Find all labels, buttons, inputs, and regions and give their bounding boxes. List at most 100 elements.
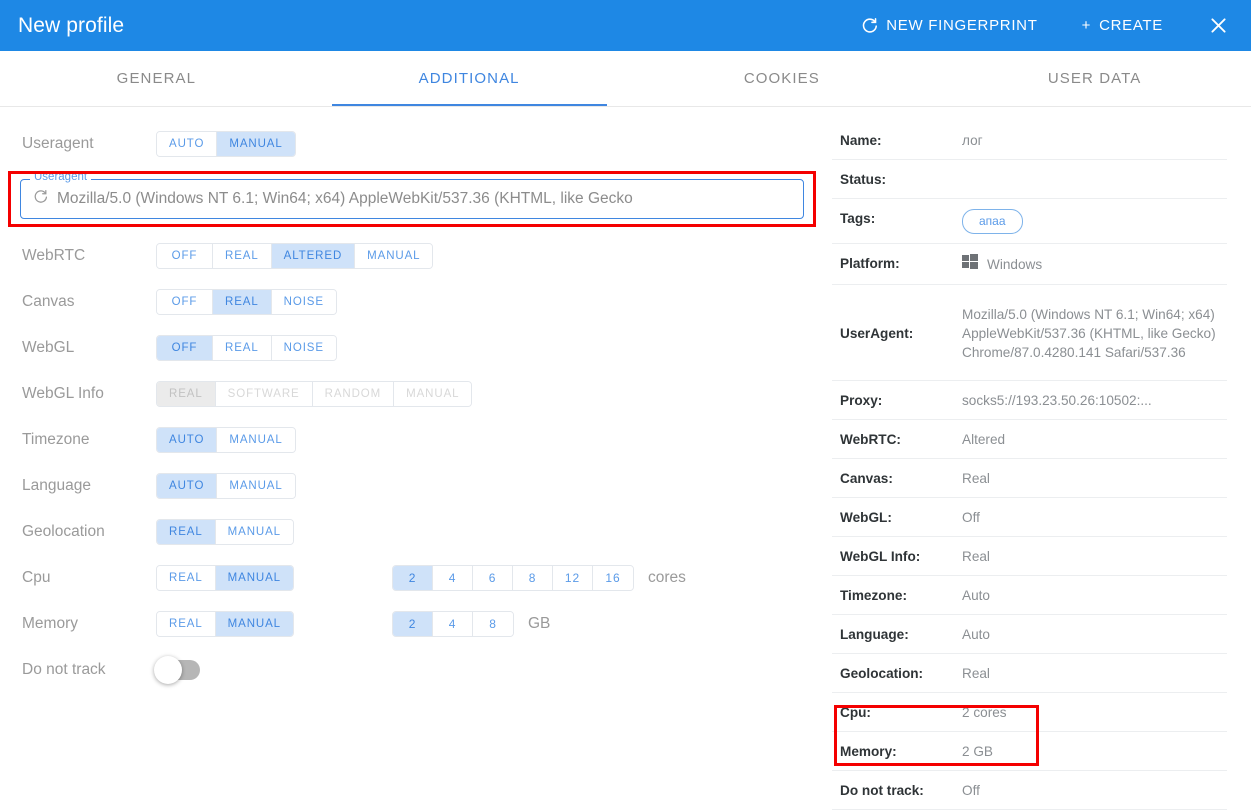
summary-key-tags: Tags: bbox=[840, 211, 876, 226]
create-button[interactable]: + CREATE bbox=[1074, 11, 1171, 40]
tab-user-data[interactable]: USER DATA bbox=[938, 51, 1251, 106]
summary-value-cpu: 2 cores bbox=[962, 705, 1007, 720]
summary-key-proxy: Proxy: bbox=[840, 393, 883, 408]
useragent-option-manual[interactable]: MANUAL bbox=[217, 132, 295, 156]
cpu-cores-option-16[interactable]: 16 bbox=[592, 566, 633, 590]
setting-row-webrtc: WebRTC OFF REAL ALTERED MANUAL bbox=[0, 233, 822, 279]
cpu-cores-option-6[interactable]: 6 bbox=[472, 566, 513, 590]
setting-row-language: Language AUTO MANUAL bbox=[0, 463, 822, 509]
summary-key-webgl: WebGL: bbox=[840, 510, 892, 525]
summary-row-canvas: Canvas: Real bbox=[832, 459, 1227, 498]
summary-key-geolocation: Geolocation: bbox=[840, 666, 924, 681]
memory-option-manual[interactable]: MANUAL bbox=[215, 612, 293, 636]
webrtc-option-manual[interactable]: MANUAL bbox=[355, 244, 433, 268]
memory-size-option-2[interactable]: 2 bbox=[392, 612, 433, 636]
memory-option-real[interactable]: REAL bbox=[157, 612, 216, 636]
language-option-auto[interactable]: AUTO bbox=[157, 474, 218, 498]
summary-row-timezone: Timezone: Auto bbox=[832, 576, 1227, 615]
webrtc-option-real[interactable]: REAL bbox=[213, 244, 272, 268]
useragent-input-value: Mozilla/5.0 (Windows NT 6.1; Win64; x64)… bbox=[57, 190, 633, 207]
summary-panel: Name: лог Status: Tags: апаа Platform: W… bbox=[822, 107, 1251, 811]
cpu-option-real[interactable]: REAL bbox=[157, 566, 216, 590]
geolocation-label: Geolocation bbox=[22, 523, 105, 540]
cpu-option-manual[interactable]: MANUAL bbox=[215, 566, 293, 590]
language-label: Language bbox=[22, 477, 91, 494]
summary-value-do-not-track: Off bbox=[962, 783, 980, 798]
new-fingerprint-button[interactable]: NEW FINGERPRINT bbox=[853, 11, 1045, 40]
language-option-manual[interactable]: MANUAL bbox=[217, 474, 295, 498]
webgl-option-off[interactable]: OFF bbox=[157, 336, 213, 360]
close-button[interactable] bbox=[1201, 9, 1235, 43]
summary-value-memory: 2 GB bbox=[962, 744, 993, 759]
windows-icon bbox=[962, 254, 978, 275]
summary-key-webgl-info: WebGL Info: bbox=[840, 549, 921, 564]
useragent-input[interactable]: Mozilla/5.0 (Windows NT 6.1; Win64; x64)… bbox=[20, 179, 804, 219]
tag-chip[interactable]: апаа bbox=[962, 209, 1023, 234]
settings-panel: Useragent AUTO MANUAL Useragent Mozilla/… bbox=[0, 107, 822, 811]
memory-size-option-8[interactable]: 8 bbox=[472, 612, 513, 636]
canvas-option-noise[interactable]: NOISE bbox=[271, 290, 336, 314]
useragent-field-legend: Useragent bbox=[30, 171, 92, 183]
summary-row-proxy: Proxy: socks5://193.23.50.26:10502:... bbox=[832, 381, 1227, 420]
close-icon bbox=[1210, 18, 1226, 33]
cpu-cores-option-2[interactable]: 2 bbox=[392, 566, 433, 590]
geolocation-option-manual[interactable]: MANUAL bbox=[215, 520, 293, 544]
memory-size-option-4[interactable]: 4 bbox=[432, 612, 473, 636]
useragent-refresh-icon[interactable] bbox=[33, 189, 48, 209]
summary-value-webrtc: Altered bbox=[962, 432, 1006, 447]
summary-value-geolocation: Real bbox=[962, 666, 990, 681]
summary-key-do-not-track: Do not track: bbox=[840, 783, 924, 798]
webgl-info-option-real: REAL bbox=[157, 382, 216, 406]
webgl-option-noise[interactable]: NOISE bbox=[271, 336, 336, 360]
timezone-segmented: AUTO MANUAL bbox=[156, 427, 296, 453]
tab-additional[interactable]: ADDITIONAL bbox=[313, 51, 626, 106]
summary-value-platform: Windows bbox=[962, 254, 1227, 275]
new-fingerprint-label: NEW FINGERPRINT bbox=[886, 17, 1038, 34]
summary-value-timezone: Auto bbox=[962, 588, 990, 603]
tab-cookies[interactable]: COOKIES bbox=[626, 51, 939, 106]
timezone-option-manual[interactable]: MANUAL bbox=[217, 428, 295, 452]
toggle-knob bbox=[154, 656, 182, 684]
summary-key-useragent: UserAgent: bbox=[840, 325, 914, 341]
timezone-label: Timezone bbox=[22, 431, 90, 448]
webrtc-segmented: OFF REAL ALTERED MANUAL bbox=[156, 243, 434, 269]
summary-key-cpu: Cpu: bbox=[840, 705, 871, 720]
summary-row-webrtc: WebRTC: Altered bbox=[832, 420, 1227, 459]
timezone-option-auto[interactable]: AUTO bbox=[157, 428, 218, 452]
webgl-info-option-software: SOFTWARE bbox=[215, 382, 313, 406]
webgl-info-segmented: REAL SOFTWARE RANDOM MANUAL bbox=[156, 381, 473, 407]
geolocation-segmented: REAL MANUAL bbox=[156, 519, 294, 545]
do-not-track-toggle[interactable] bbox=[154, 656, 200, 684]
setting-row-do-not-track: Do not track bbox=[0, 647, 822, 693]
do-not-track-label: Do not track bbox=[22, 661, 106, 678]
cpu-cores-option-12[interactable]: 12 bbox=[552, 566, 593, 590]
tab-general[interactable]: GENERAL bbox=[0, 51, 313, 106]
webrtc-label: WebRTC bbox=[22, 247, 86, 264]
summary-value-proxy: socks5://193.23.50.26:10502:... bbox=[962, 393, 1152, 408]
setting-row-canvas: Canvas OFF REAL NOISE bbox=[0, 279, 822, 325]
webrtc-option-off[interactable]: OFF bbox=[157, 244, 213, 268]
webgl-option-real[interactable]: REAL bbox=[213, 336, 272, 360]
summary-value-webgl-info: Real bbox=[962, 549, 990, 564]
summary-key-status: Status: bbox=[840, 172, 887, 187]
memory-unit-label: GB bbox=[527, 615, 551, 632]
canvas-option-off[interactable]: OFF bbox=[157, 290, 213, 314]
geolocation-option-real[interactable]: REAL bbox=[157, 520, 216, 544]
setting-row-webgl: WebGL OFF REAL NOISE bbox=[0, 325, 822, 371]
summary-row-memory: Memory: 2 GB bbox=[832, 732, 1227, 771]
memory-label: Memory bbox=[22, 615, 78, 632]
setting-row-useragent: Useragent AUTO MANUAL bbox=[0, 121, 822, 167]
content-area: Useragent AUTO MANUAL Useragent Mozilla/… bbox=[0, 107, 1251, 811]
useragent-option-auto[interactable]: AUTO bbox=[157, 132, 218, 156]
webrtc-option-altered[interactable]: ALTERED bbox=[271, 244, 356, 268]
canvas-option-real[interactable]: REAL bbox=[213, 290, 272, 314]
create-label: CREATE bbox=[1099, 17, 1163, 34]
summary-row-webgl-info: WebGL Info: Real bbox=[832, 537, 1227, 576]
webgl-info-label: WebGL Info bbox=[22, 385, 104, 402]
summary-key-name: Name: bbox=[840, 133, 882, 148]
cpu-cores-option-8[interactable]: 8 bbox=[512, 566, 553, 590]
title-bar: New profile NEW FINGERPRINT + CREATE bbox=[0, 0, 1251, 51]
summary-key-memory: Memory: bbox=[840, 744, 897, 759]
setting-row-timezone: Timezone AUTO MANUAL bbox=[0, 417, 822, 463]
cpu-cores-option-4[interactable]: 4 bbox=[432, 566, 473, 590]
